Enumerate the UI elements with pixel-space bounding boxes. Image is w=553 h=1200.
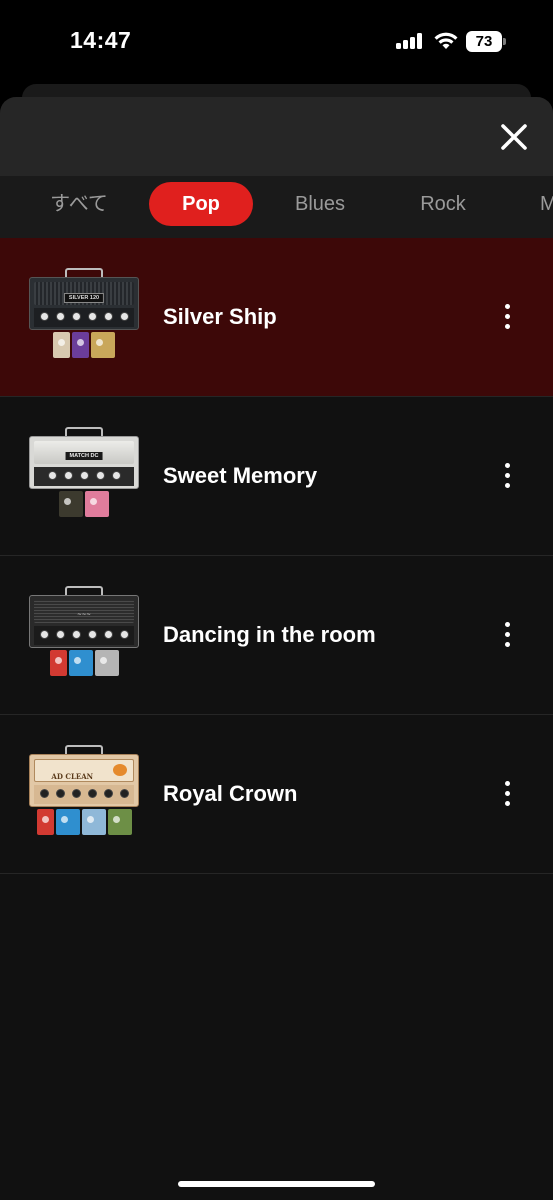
preset-title: Silver Ship xyxy=(163,304,277,329)
amp-head-image: AD CLEAN xyxy=(29,754,139,807)
preset-title: Dancing in the room xyxy=(163,622,376,647)
more-vertical-icon[interactable] xyxy=(492,618,524,652)
rig-thumbnail: AD CLEAN xyxy=(28,745,140,845)
pedal-chain xyxy=(28,332,140,360)
battery-level: 73 xyxy=(466,31,502,52)
close-button[interactable] xyxy=(494,117,534,157)
rig-thumbnail: MATCH DC xyxy=(28,427,140,527)
amp-head-image: SILVER 120 xyxy=(29,277,139,330)
amp-logo xyxy=(113,764,127,776)
amp-name-label: SILVER 120 xyxy=(63,293,105,303)
more-vertical-icon[interactable] xyxy=(492,459,524,493)
home-indicator[interactable] xyxy=(178,1181,375,1187)
tab-blues[interactable]: Blues xyxy=(275,182,365,226)
preset-row-sweet-memory[interactable]: MATCH DC Sweet Memory xyxy=(0,397,553,556)
more-vertical-icon[interactable] xyxy=(492,777,524,811)
amp-name-label: AD CLEAN xyxy=(51,772,94,781)
preset-title: Royal Crown xyxy=(163,781,298,806)
rig-thumbnail: SILVER 120 xyxy=(28,268,140,368)
tab-all[interactable]: すべて xyxy=(34,182,124,226)
wifi-icon xyxy=(433,31,459,51)
preset-row-dancing-in-the-room[interactable]: ~~~ Dancing in the room xyxy=(0,556,553,715)
amp-head-image: ~~~ xyxy=(29,595,139,648)
amp-name-label: MATCH DC xyxy=(65,452,103,460)
pedal-chain xyxy=(28,809,140,837)
status-time: 14:47 xyxy=(70,27,132,53)
status-bar: 14:47 73 xyxy=(0,0,553,84)
cellular-signal-icon xyxy=(396,33,422,49)
battery-icon: 73 xyxy=(466,31,507,52)
tab-rock[interactable]: Rock xyxy=(398,182,488,226)
sheet-header xyxy=(0,97,553,176)
pedal-chain xyxy=(28,650,140,678)
amp-logo: ~~~ xyxy=(77,612,91,618)
preset-list: SILVER 120 Silver Ship MATCH DC Sweet Me… xyxy=(0,238,553,874)
rig-thumbnail: ~~~ xyxy=(28,586,140,686)
genre-tabs: すべて Pop Blues Rock M xyxy=(0,176,553,238)
pedal-chain xyxy=(28,491,140,519)
preset-row-royal-crown[interactable]: AD CLEAN Royal Crown xyxy=(0,715,553,874)
tab-more-genre[interactable]: M xyxy=(532,182,553,226)
preset-row-silver-ship[interactable]: SILVER 120 Silver Ship xyxy=(0,238,553,397)
preset-sheet: すべて Pop Blues Rock M SILVER 120 Silver S… xyxy=(0,97,553,1200)
tab-pop[interactable]: Pop xyxy=(149,182,253,226)
amp-head-image: MATCH DC xyxy=(29,436,139,489)
close-icon xyxy=(501,124,527,150)
more-vertical-icon[interactable] xyxy=(492,300,524,334)
preset-title: Sweet Memory xyxy=(163,463,318,488)
